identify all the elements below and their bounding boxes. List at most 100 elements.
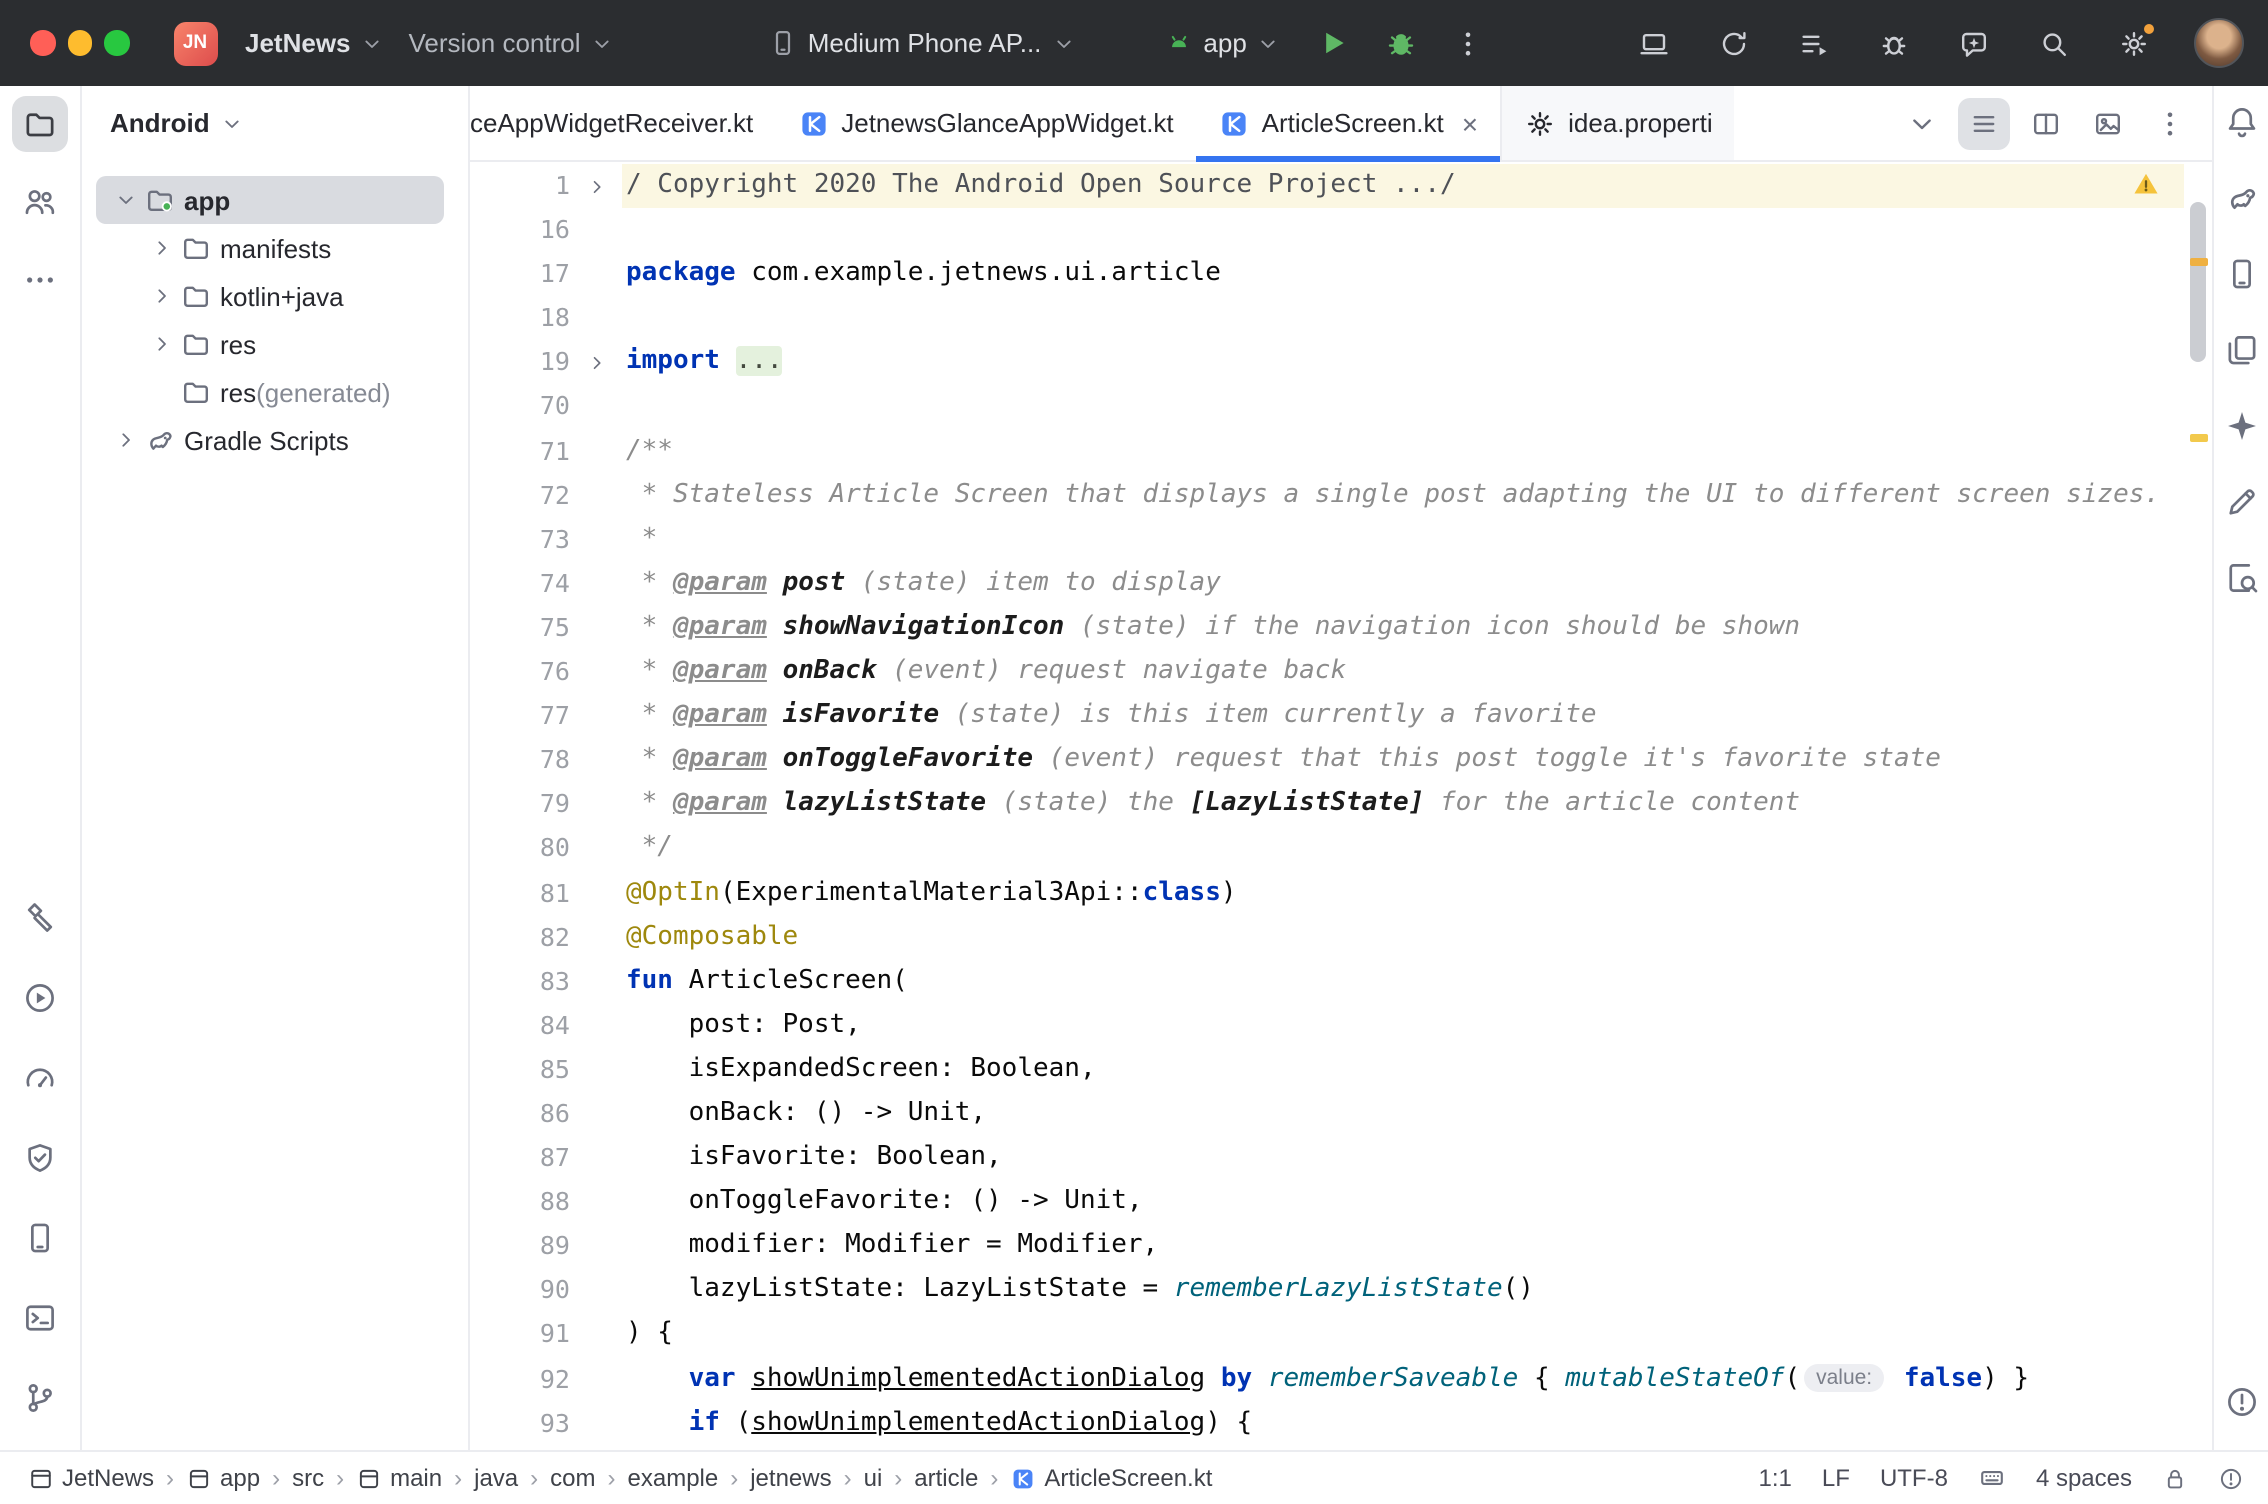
code-line-85[interactable]: 85 isExpandedScreen: Boolean, <box>470 1048 2184 1092</box>
minimize-window-button[interactable] <box>67 31 92 56</box>
line-number[interactable]: 80 <box>470 827 570 871</box>
tree-item-res[interactable]: res <box>96 320 444 368</box>
fold-arrow-icon[interactable] <box>570 164 622 208</box>
editor[interactable]: 1/ Copyright 2020 The Android Open Sourc… <box>470 162 2212 1450</box>
tab-articlescreen-kt[interactable]: ArticleScreen.kt× <box>1196 86 1500 160</box>
project-selector[interactable]: JetNews <box>233 20 397 66</box>
code-line-19[interactable]: 19import ... <box>470 341 2184 385</box>
line-number[interactable]: 90 <box>470 1269 570 1313</box>
line-number[interactable]: 84 <box>470 1004 570 1048</box>
code-area[interactable]: 1/ Copyright 2020 The Android Open Sourc… <box>470 162 2184 1450</box>
scrollbar-thumb[interactable] <box>2190 202 2206 362</box>
settings-button[interactable] <box>2106 15 2162 71</box>
sync-project-button[interactable] <box>1706 15 1762 71</box>
breadcrumb-articlescreen-kt[interactable]: ArticleScreen.kt <box>1006 1464 1216 1492</box>
resource-manager-button[interactable] <box>2217 326 2265 374</box>
warning-stripe-mark[interactable] <box>2190 258 2208 266</box>
code-line-83[interactable]: 83fun ArticleScreen( <box>470 959 2184 1003</box>
breadcrumb-src[interactable]: src <box>288 1464 328 1492</box>
keyboard-widget[interactable] <box>1978 1464 2006 1492</box>
code-line-71[interactable]: 71/** <box>470 429 2184 473</box>
code-line-18[interactable]: 18 <box>470 297 2184 341</box>
run-tool-button[interactable] <box>12 970 68 1026</box>
tab-ceappwidgetreceiver-kt[interactable]: ceAppWidgetReceiver.kt <box>470 86 775 160</box>
zoom-window-button[interactable] <box>104 31 129 56</box>
code-line-76[interactable]: 76 * @param onBack (event) request navig… <box>470 650 2184 694</box>
code-line-86[interactable]: 86 onBack: () -> Unit, <box>470 1092 2184 1136</box>
line-number[interactable]: 19 <box>470 341 570 385</box>
debug-button[interactable] <box>1373 15 1429 71</box>
code-line-92[interactable]: 92 var showUnimplementedActionDialog by … <box>470 1357 2184 1401</box>
code-line-73[interactable]: 73 * <box>470 518 2184 562</box>
line-number[interactable]: 16 <box>470 208 570 252</box>
user-avatar[interactable] <box>2194 18 2244 68</box>
code-line-74[interactable]: 74 * @param post (state) item to display <box>470 562 2184 606</box>
code-line-17[interactable]: 17package com.example.jetnews.ui.article <box>470 252 2184 296</box>
encoding-widget[interactable]: UTF-8 <box>1880 1464 1948 1492</box>
line-number[interactable]: 70 <box>470 385 570 429</box>
pull-requests-button[interactable] <box>12 174 68 230</box>
line-number[interactable]: 17 <box>470 252 570 296</box>
tree-item-manifests[interactable]: manifests <box>96 224 444 272</box>
code-line-16[interactable]: 16 <box>470 208 2184 252</box>
line-number[interactable]: 73 <box>470 518 570 562</box>
run-configuration-selector[interactable]: app <box>1151 20 1292 66</box>
caret-position-widget[interactable]: 1:1 <box>1759 1464 1792 1492</box>
tree-item-kotlin-java[interactable]: kotlin+java <box>96 272 444 320</box>
profiler-button[interactable] <box>12 1050 68 1106</box>
debugger-tools-button[interactable] <box>1866 15 1922 71</box>
line-number[interactable]: 71 <box>470 429 570 473</box>
device-manager-button[interactable] <box>12 1210 68 1266</box>
chevron-right-icon[interactable] <box>150 284 174 308</box>
line-number[interactable]: 88 <box>470 1180 570 1224</box>
compose-preview-button[interactable] <box>2217 478 2265 526</box>
line-number[interactable]: 83 <box>470 959 570 1003</box>
code-line-88[interactable]: 88 onToggleFavorite: () -> Unit, <box>470 1180 2184 1224</box>
code-line-75[interactable]: 75 * @param showNavigationIcon (state) i… <box>470 606 2184 650</box>
notifications-button[interactable] <box>2217 98 2265 146</box>
more-run-actions-button[interactable] <box>1441 15 1497 71</box>
code-line-89[interactable]: 89 modifier: Modifier = Modifier, <box>470 1225 2184 1269</box>
editor-preview-button[interactable] <box>2082 97 2134 149</box>
build-tasks-button[interactable] <box>1786 15 1842 71</box>
line-number[interactable]: 1 <box>470 164 570 208</box>
line-number[interactable]: 78 <box>470 738 570 782</box>
version-control-button[interactable] <box>12 1370 68 1426</box>
line-number[interactable]: 74 <box>470 562 570 606</box>
line-number[interactable]: 82 <box>470 915 570 959</box>
device-mirroring-button[interactable] <box>1626 15 1682 71</box>
code-line-1[interactable]: 1/ Copyright 2020 The Android Open Sourc… <box>470 164 2184 208</box>
line-number[interactable]: 91 <box>470 1313 570 1357</box>
line-number[interactable]: 18 <box>470 297 570 341</box>
line-number[interactable]: 79 <box>470 783 570 827</box>
line-number[interactable]: 85 <box>470 1048 570 1092</box>
close-window-button[interactable] <box>30 31 55 56</box>
chevron-right-icon[interactable] <box>150 332 174 356</box>
code-line-90[interactable]: 90 lazyListState: LazyListState = rememb… <box>470 1269 2184 1313</box>
breadcrumb-jetnews[interactable]: jetnews <box>746 1464 835 1492</box>
tab-list-button[interactable] <box>1896 97 1948 149</box>
run-button[interactable] <box>1305 15 1361 71</box>
breadcrumb-java[interactable]: java <box>470 1464 522 1492</box>
breadcrumb-article[interactable]: article <box>910 1464 982 1492</box>
chevron-right-icon[interactable] <box>150 236 174 260</box>
app-quality-insights-button[interactable] <box>12 1130 68 1186</box>
layout-inspector-button[interactable] <box>2217 554 2265 602</box>
line-number[interactable]: 81 <box>470 871 570 915</box>
code-line-70[interactable]: 70 <box>470 385 2184 429</box>
chevron-down-icon[interactable] <box>114 188 138 212</box>
build-button[interactable] <box>12 890 68 946</box>
inspections-widget[interactable] <box>2128 168 2164 200</box>
vcs-button[interactable]: Version control <box>397 20 627 66</box>
line-number[interactable]: 86 <box>470 1092 570 1136</box>
search-everywhere-button[interactable] <box>2026 15 2082 71</box>
line-number[interactable]: 77 <box>470 694 570 738</box>
problems-button[interactable] <box>2217 1378 2265 1426</box>
tab-jetnewsglanceappwidget-kt[interactable]: JetnewsGlanceAppWidget.kt <box>775 86 1195 160</box>
code-line-91[interactable]: 91) { <box>470 1313 2184 1357</box>
project-view-selector[interactable]: Android <box>82 86 468 160</box>
tree-item-gradle-scripts[interactable]: Gradle Scripts <box>96 416 444 464</box>
code-line-81[interactable]: 81@OptIn(ExperimentalMaterial3Api::class… <box>470 871 2184 915</box>
editor-scrollbar[interactable] <box>2184 162 2212 1450</box>
close-tab-icon[interactable]: × <box>1462 109 1478 137</box>
